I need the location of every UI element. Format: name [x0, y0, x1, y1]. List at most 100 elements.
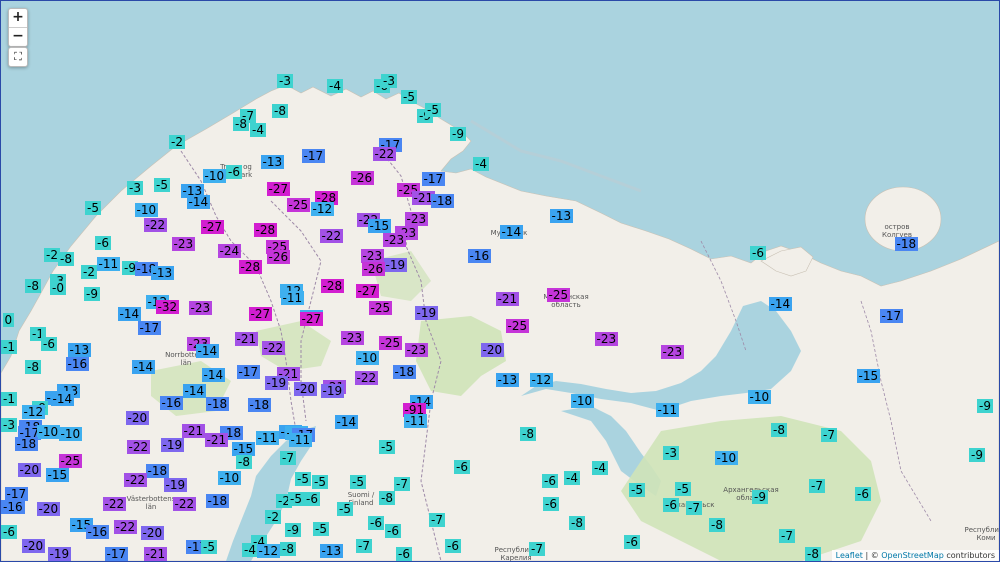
- temperature-marker[interactable]: -14: [334, 415, 359, 429]
- temperature-marker[interactable]: -4: [592, 461, 608, 475]
- temperature-marker[interactable]: -23: [171, 237, 196, 251]
- temperature-marker[interactable]: -20: [140, 526, 165, 540]
- temperature-marker[interactable]: 0: [2, 313, 15, 327]
- zoom-in-button[interactable]: +: [9, 9, 27, 27]
- temperature-marker[interactable]: -5: [295, 472, 311, 486]
- temperature-marker[interactable]: -5: [288, 492, 304, 506]
- temperature-marker[interactable]: -25: [58, 454, 83, 468]
- temperature-marker[interactable]: -18: [430, 194, 455, 208]
- temperature-marker[interactable]: -25: [286, 198, 311, 212]
- temperature-marker[interactable]: -14: [117, 307, 142, 321]
- temperature-marker[interactable]: -18: [205, 494, 230, 508]
- temperature-marker[interactable]: -25: [546, 288, 571, 302]
- temperature-marker[interactable]: -25: [368, 301, 393, 315]
- temperature-marker[interactable]: -14: [499, 225, 524, 239]
- temperature-marker[interactable]: -3: [663, 446, 679, 460]
- temperature-marker[interactable]: -5: [401, 90, 417, 104]
- temperature-marker[interactable]: -27: [200, 220, 225, 234]
- temperature-marker[interactable]: -22: [123, 473, 148, 487]
- temperature-marker[interactable]: -9: [752, 490, 768, 504]
- temperature-marker[interactable]: -9: [285, 523, 301, 537]
- temperature-marker[interactable]: -5: [425, 103, 441, 117]
- temperature-marker[interactable]: -6: [624, 535, 640, 549]
- temperature-marker[interactable]: -23: [360, 249, 385, 263]
- temperature-marker[interactable]: -5: [85, 201, 101, 215]
- temperature-marker[interactable]: -19: [264, 376, 289, 390]
- temperature-marker[interactable]: -25: [505, 319, 530, 333]
- temperature-marker[interactable]: -6: [663, 498, 679, 512]
- temperature-marker[interactable]: -11: [403, 414, 428, 428]
- temperature-marker[interactable]: -6: [855, 487, 871, 501]
- temperature-marker[interactable]: -10: [58, 427, 83, 441]
- temperature-marker[interactable]: -27: [266, 182, 291, 196]
- temperature-marker[interactable]: -5: [312, 475, 328, 489]
- temperature-marker[interactable]: -8: [25, 360, 41, 374]
- temperature-marker[interactable]: -20: [480, 343, 505, 357]
- temperature-marker[interactable]: -5: [675, 482, 691, 496]
- temperature-marker[interactable]: -10: [202, 169, 227, 183]
- temperature-marker[interactable]: -8: [379, 491, 395, 505]
- temperature-marker[interactable]: -8: [771, 423, 787, 437]
- temperature-marker[interactable]: -17: [301, 149, 326, 163]
- temperature-marker[interactable]: -12: [256, 544, 281, 558]
- temperature-marker[interactable]: -19: [320, 384, 345, 398]
- temperature-marker[interactable]: -22: [372, 147, 397, 161]
- temperature-marker[interactable]: -10: [134, 203, 159, 217]
- temperature-marker[interactable]: -17: [421, 172, 446, 186]
- temperature-marker[interactable]: -3: [381, 74, 397, 88]
- temperature-marker[interactable]: -27: [248, 307, 273, 321]
- temperature-marker[interactable]: -17: [4, 487, 29, 501]
- temperature-marker[interactable]: -14: [186, 195, 211, 209]
- temperature-marker[interactable]: -13: [549, 209, 574, 223]
- temperature-marker[interactable]: -11: [655, 403, 680, 417]
- temperature-marker[interactable]: -21: [181, 424, 206, 438]
- temperature-marker[interactable]: -10: [747, 390, 772, 404]
- temperature-marker[interactable]: -26: [266, 250, 291, 264]
- temperature-marker[interactable]: -0: [50, 281, 66, 295]
- temperature-marker[interactable]: -5: [350, 475, 366, 489]
- temperature-marker[interactable]: -7: [779, 529, 795, 543]
- temperature-marker[interactable]: -13: [319, 544, 344, 558]
- temperature-marker[interactable]: -6: [543, 497, 559, 511]
- temperature-marker[interactable]: -7: [429, 513, 445, 527]
- temperature-marker[interactable]: -6: [385, 524, 401, 538]
- temperature-marker[interactable]: -17: [879, 309, 904, 323]
- temperature-marker[interactable]: -18: [145, 464, 170, 478]
- temperature-marker[interactable]: -4: [564, 471, 580, 485]
- temperature-marker[interactable]: -6: [95, 236, 111, 250]
- temperature-marker[interactable]: -7: [686, 501, 702, 515]
- temperature-marker[interactable]: -17: [236, 365, 261, 379]
- temperature-marker[interactable]: -14: [50, 392, 75, 406]
- temperature-marker[interactable]: -20: [36, 502, 61, 516]
- temperature-marker[interactable]: -6: [41, 337, 57, 351]
- temperature-marker[interactable]: -14: [131, 360, 156, 374]
- temperature-marker[interactable]: -23: [188, 301, 213, 315]
- temperature-marker[interactable]: -13: [495, 373, 520, 387]
- temperature-marker[interactable]: -12: [529, 373, 554, 387]
- temperature-marker[interactable]: -7: [280, 451, 296, 465]
- temperature-marker[interactable]: -22: [319, 229, 344, 243]
- temperature-marker[interactable]: -15: [231, 442, 256, 456]
- temperature-marker[interactable]: -12: [310, 202, 335, 216]
- temperature-marker[interactable]: -6: [396, 547, 412, 561]
- temperature-marker[interactable]: -15: [856, 369, 881, 383]
- temperature-marker[interactable]: -6: [304, 492, 320, 506]
- temperature-marker[interactable]: -10: [714, 451, 739, 465]
- temperature-marker[interactable]: -28: [320, 279, 345, 293]
- temperature-marker[interactable]: -22: [143, 218, 168, 232]
- temperature-marker[interactable]: -10: [217, 471, 242, 485]
- temperature-marker[interactable]: -14: [768, 297, 793, 311]
- temperature-marker[interactable]: -8: [25, 279, 41, 293]
- temperature-marker[interactable]: -27: [355, 284, 380, 298]
- temperature-marker[interactable]: -12: [21, 405, 46, 419]
- temperature-marker[interactable]: -1: [1, 340, 17, 354]
- temperature-marker[interactable]: -9: [84, 287, 100, 301]
- temperature-marker[interactable]: -16: [85, 525, 110, 539]
- temperature-marker[interactable]: -23: [340, 331, 365, 345]
- temperature-marker[interactable]: -2: [265, 510, 281, 524]
- temperature-marker[interactable]: -5: [313, 522, 329, 536]
- temperature-marker[interactable]: -13: [260, 155, 285, 169]
- temperature-marker[interactable]: -16: [467, 249, 492, 263]
- temperature-marker[interactable]: -22: [261, 341, 286, 355]
- temperature-marker[interactable]: -24: [217, 244, 242, 258]
